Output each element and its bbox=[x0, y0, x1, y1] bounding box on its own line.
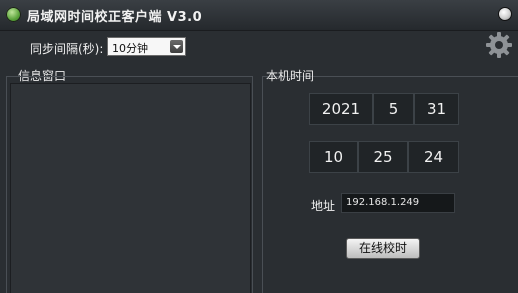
year-field: 2021 bbox=[309, 93, 373, 125]
address-label: 地址 bbox=[311, 199, 336, 213]
month-field: 5 bbox=[373, 93, 414, 125]
day-field: 31 bbox=[414, 93, 459, 125]
interval-select[interactable]: 10分钟 bbox=[107, 37, 186, 56]
second-field: 24 bbox=[408, 141, 459, 173]
window-title: 局域网时间校正客户端 V3.0 bbox=[27, 10, 203, 25]
sync-now-button[interactable]: 在线校时 bbox=[346, 238, 420, 259]
info-window[interactable] bbox=[10, 83, 251, 293]
app-icon bbox=[6, 7, 21, 22]
chevron-down-icon[interactable] bbox=[170, 40, 183, 53]
close-icon[interactable] bbox=[499, 8, 511, 20]
interval-select-value: 10分钟 bbox=[112, 42, 148, 55]
gear-icon[interactable] bbox=[486, 32, 512, 58]
address-input[interactable]: 192.168.1.249 bbox=[341, 193, 455, 213]
local-time-label: 本机时间 bbox=[266, 69, 315, 83]
interval-label: 同步间隔(秒): bbox=[30, 42, 104, 56]
minute-field: 25 bbox=[358, 141, 408, 173]
hour-field: 10 bbox=[309, 141, 358, 173]
title-bar: 局域网时间校正客户端 V3.0 bbox=[0, 0, 518, 31]
